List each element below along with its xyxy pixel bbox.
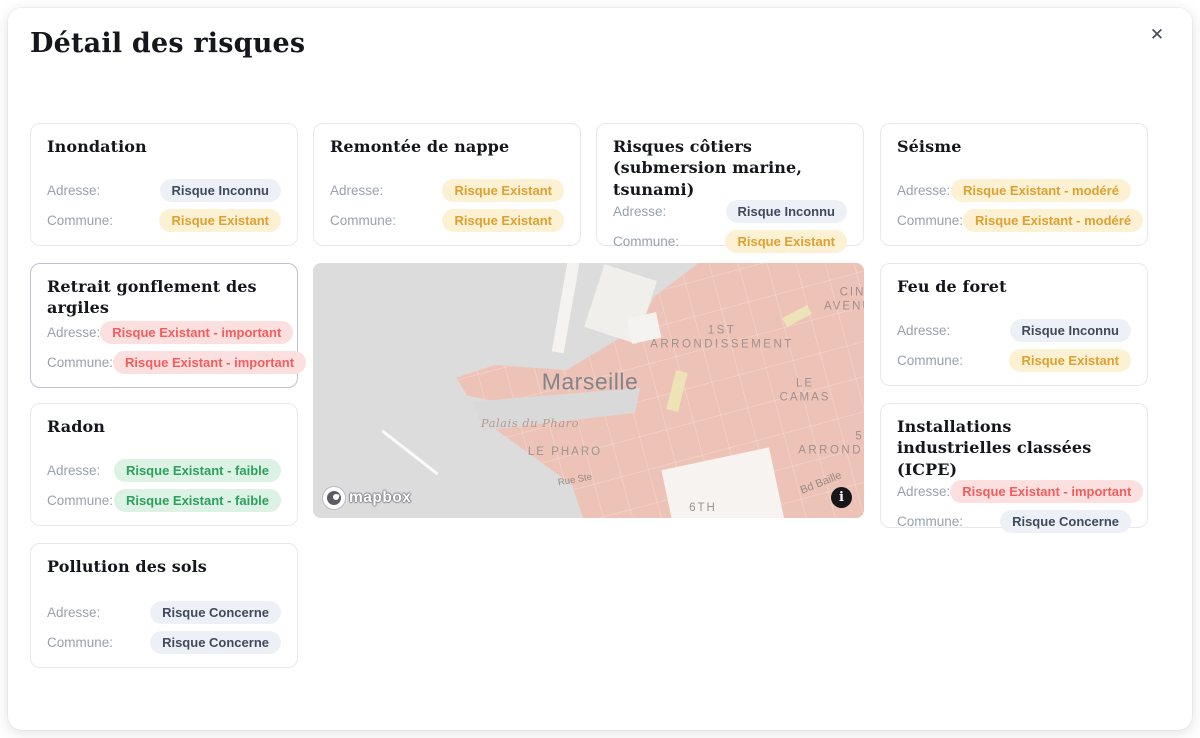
map-district-label-1st-arrondissement: 1ST ARRONDISSEMENT xyxy=(650,324,794,353)
commune-label: Commune: xyxy=(47,493,113,508)
commune-row: Commune: Risque Existant xyxy=(330,209,564,232)
commune-label: Commune: xyxy=(897,514,963,529)
adresse-risk-badge: Risque Inconnu xyxy=(160,179,282,202)
commune-row: Commune: Risque Existant xyxy=(897,349,1131,372)
commune-row: Commune: Risque Existant - faible xyxy=(47,489,281,512)
map-district-label-5th-arrondissement: 5TH ARRONDISSEMENT xyxy=(798,430,864,459)
commune-label: Commune: xyxy=(47,213,113,228)
commune-risk-badge: Risque Concerne xyxy=(150,631,281,654)
adresse-row: Adresse: Risque Existant xyxy=(330,179,564,202)
risk-card-title: Radon xyxy=(47,416,281,437)
risk-card-pollution-des-sols: Pollution des sols Adresse: Risque Conce… xyxy=(30,543,298,668)
risk-card-title: Feu de foret xyxy=(897,276,1131,297)
commune-risk-badge: Risque Existant xyxy=(1009,349,1131,372)
adresse-label: Adresse: xyxy=(613,204,666,219)
map-city-label: Marseille xyxy=(542,369,639,396)
risk-card-icpe: Installations industrielles classées (IC… xyxy=(880,403,1148,528)
commune-label: Commune: xyxy=(47,635,113,650)
commune-risk-badge: Risque Existant - modéré xyxy=(963,209,1143,232)
commune-row: Commune: Risque Existant - modéré xyxy=(897,209,1131,232)
adresse-risk-badge: Risque Inconnu xyxy=(1010,319,1132,342)
adresse-row: Adresse: Risque Existant - important xyxy=(47,321,281,344)
risk-card-remontee-de-nappe: Remontée de nappe Adresse: Risque Exista… xyxy=(313,123,581,246)
adresse-label: Adresse: xyxy=(897,323,950,338)
adresse-row: Adresse: Risque Existant - faible xyxy=(47,459,281,482)
commune-risk-badge: Risque Existant - faible xyxy=(114,489,281,512)
adresse-label: Adresse: xyxy=(47,605,100,620)
adresse-risk-badge: Risque Concerne xyxy=(150,601,281,624)
adresse-row: Adresse: Risque Concerne xyxy=(47,601,281,624)
mapbox-wordmark: mapbox xyxy=(349,489,411,507)
risk-card-title: Risques côtiers (submersion marine, tsun… xyxy=(613,136,847,200)
adresse-label: Adresse: xyxy=(47,325,100,340)
adresse-risk-badge: Risque Existant - modéré xyxy=(951,179,1131,202)
adresse-risk-badge: Risque Existant xyxy=(442,179,564,202)
mapbox-logo-icon xyxy=(323,487,345,509)
boat-wake-shape xyxy=(381,430,438,475)
commune-risk-badge: Risque Existant - important xyxy=(113,351,306,374)
commune-label: Commune: xyxy=(897,353,963,368)
mapbox-attribution[interactable]: mapbox xyxy=(323,487,411,509)
risk-card-inondation: Inondation Adresse: Risque Inconnu Commu… xyxy=(30,123,298,246)
adresse-row: Adresse: Risque Inconnu xyxy=(613,200,847,223)
commune-row: Commune: Risque Existant - important xyxy=(47,351,281,374)
commune-label: Commune: xyxy=(613,234,679,249)
adresse-risk-badge: Risque Existant - important xyxy=(950,480,1143,503)
adresse-label: Adresse: xyxy=(897,183,950,198)
commune-row: Commune: Risque Existant xyxy=(47,209,281,232)
adresse-label: Adresse: xyxy=(330,183,383,198)
risk-card-title: Installations industrielles classées (IC… xyxy=(897,416,1131,480)
commune-label: Commune: xyxy=(897,213,963,228)
adresse-label: Adresse: xyxy=(47,183,100,198)
risk-card-retrait-gonflement-argiles: Retrait gonflement des argiles Adresse: … xyxy=(30,263,298,388)
commune-label: Commune: xyxy=(330,213,396,228)
commune-row: Commune: Risque Concerne xyxy=(897,510,1131,533)
commune-row: Commune: Risque Concerne xyxy=(47,631,281,654)
adresse-risk-badge: Risque Existant - important xyxy=(100,321,293,344)
pier-shape xyxy=(552,263,580,353)
risk-card-radon: Radon Adresse: Risque Existant - faible … xyxy=(30,403,298,526)
page-title: Détail des risques xyxy=(30,28,305,59)
close-icon[interactable]: ✕ xyxy=(1144,22,1170,48)
map-district-label-6th: 6TH xyxy=(689,501,717,515)
adresse-row: Adresse: Risque Existant - important xyxy=(897,480,1131,503)
risk-detail-modal: Détail des risques ✕ Inondation Adresse:… xyxy=(8,8,1192,730)
map-info-icon[interactable]: i xyxy=(831,487,852,508)
commune-risk-badge: Risque Existant xyxy=(442,209,564,232)
commune-label: Commune: xyxy=(47,355,113,370)
adresse-risk-badge: Risque Inconnu xyxy=(726,200,848,223)
risk-card-risques-cotiers: Risques côtiers (submersion marine, tsun… xyxy=(596,123,864,246)
risk-card-title: Inondation xyxy=(47,136,281,157)
risk-card-seisme: Séisme Adresse: Risque Existant - modéré… xyxy=(880,123,1148,246)
risk-card-title: Retrait gonflement des argiles xyxy=(47,276,281,319)
adresse-row: Adresse: Risque Inconnu xyxy=(47,179,281,202)
adresse-row: Adresse: Risque Existant - modéré xyxy=(897,179,1131,202)
risk-card-title: Remontée de nappe xyxy=(330,136,564,157)
risk-card-title: Pollution des sols xyxy=(47,556,281,577)
commune-risk-badge: Risque Concerne xyxy=(1000,510,1131,533)
adresse-row: Adresse: Risque Inconnu xyxy=(897,319,1131,342)
risk-map[interactable]: Marseille 1ST ARRONDISSEMENT LE CAMAS CI… xyxy=(313,263,864,518)
map-district-label-le-pharo: LE PHARO xyxy=(528,445,602,459)
map-district-label-le-camas: LE CAMAS xyxy=(776,377,835,406)
commune-row: Commune: Risque Existant xyxy=(613,230,847,253)
commune-risk-badge: Risque Existant xyxy=(159,209,281,232)
adresse-label: Adresse: xyxy=(47,463,100,478)
commune-risk-badge: Risque Existant xyxy=(725,230,847,253)
map-district-label-cinq-avenues: CINQ AVENUES xyxy=(824,286,864,315)
adresse-risk-badge: Risque Existant - faible xyxy=(114,459,281,482)
map-poi-label-palais-du-pharo: Palais du Pharo xyxy=(481,416,579,430)
risk-card-feu-de-foret: Feu de foret Adresse: Risque Inconnu Com… xyxy=(880,263,1148,386)
adresse-label: Adresse: xyxy=(897,484,950,499)
risk-card-title: Séisme xyxy=(897,136,1131,157)
